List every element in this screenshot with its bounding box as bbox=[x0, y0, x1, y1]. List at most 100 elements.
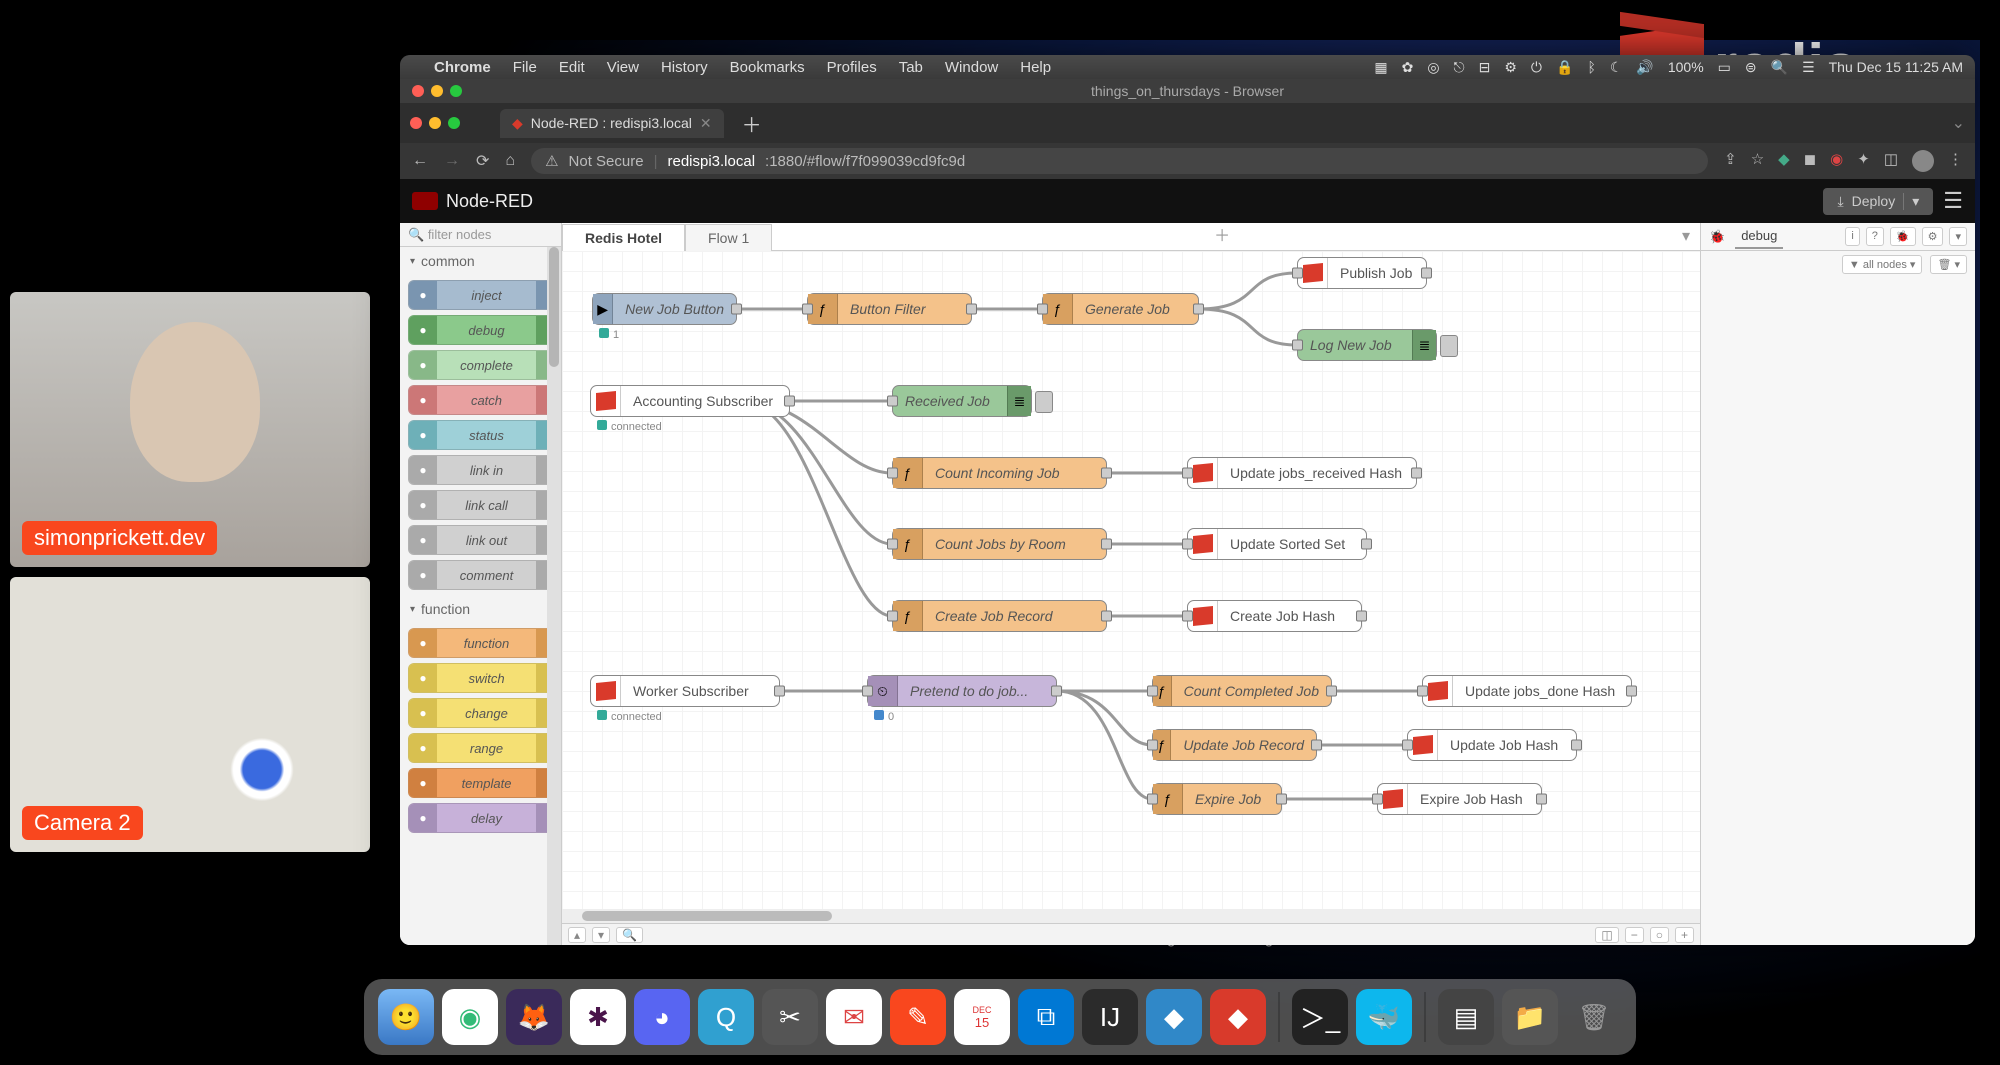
node-count-completed[interactable]: ƒ Count Completed Job bbox=[1152, 675, 1332, 707]
debug-toggle[interactable] bbox=[1035, 391, 1053, 413]
minimize-button[interactable] bbox=[429, 117, 441, 129]
palette-node-link-call[interactable]: ●link call bbox=[408, 490, 553, 520]
minimize-button[interactable] bbox=[431, 85, 443, 97]
search-icon[interactable]: 🔍 bbox=[1771, 59, 1788, 76]
node-create-job-hash[interactable]: Create Job Hash bbox=[1187, 600, 1362, 632]
node-received-job[interactable]: Received Job ≣ bbox=[892, 385, 1032, 417]
menu-bookmarks[interactable]: Bookmarks bbox=[730, 59, 805, 76]
moon-icon[interactable]: ☾ bbox=[1610, 59, 1623, 76]
info-icon[interactable]: i bbox=[1845, 227, 1859, 246]
sidebar-tab-debug[interactable]: debug bbox=[1735, 224, 1783, 249]
add-flow-button[interactable]: ＋ bbox=[1204, 218, 1240, 250]
calendar-icon[interactable]: DEC15 bbox=[954, 989, 1010, 1045]
output-port[interactable] bbox=[731, 304, 742, 315]
output-port[interactable] bbox=[1311, 740, 1322, 751]
map-icon[interactable]: ◫ bbox=[1595, 927, 1618, 943]
sidebar-tabs[interactable]: 🐞 debug i ? 🐞 ⚙ ▾ bbox=[1701, 223, 1975, 251]
palette-node-function[interactable]: ●function bbox=[408, 628, 553, 658]
node-expire-job-hash[interactable]: Expire Job Hash bbox=[1377, 783, 1542, 815]
folder-icon[interactable]: 📁 bbox=[1502, 989, 1558, 1045]
dropdown-icon[interactable]: ▾ bbox=[1949, 227, 1967, 246]
browser-tab[interactable]: ◆ Node-RED : redispi3.local ✕ bbox=[500, 109, 724, 138]
input-port[interactable] bbox=[1372, 794, 1383, 805]
node-count-by-room[interactable]: ƒ Count Jobs by Room bbox=[892, 528, 1107, 560]
palette-node-range[interactable]: ●range bbox=[408, 733, 553, 763]
tab-dropdown-icon[interactable]: ⌄ bbox=[1952, 113, 1965, 133]
menu-window[interactable]: Window bbox=[945, 59, 998, 76]
flow-list-icon[interactable]: ▾ bbox=[1672, 222, 1700, 250]
node-update-record[interactable]: ƒ Update Job Record bbox=[1152, 729, 1317, 761]
menu-help[interactable]: Help bbox=[1020, 59, 1051, 76]
status-icon[interactable]: ⏻ bbox=[1531, 59, 1542, 76]
lock-icon[interactable]: 🔒 bbox=[1556, 59, 1573, 76]
back-button[interactable]: ← bbox=[412, 152, 428, 170]
discord-icon[interactable]: ◕ bbox=[634, 989, 690, 1045]
node-create-record[interactable]: ƒ Create Job Record bbox=[892, 600, 1107, 632]
node-pretend-delay[interactable]: ⏲ Pretend to do job... 0 bbox=[867, 675, 1057, 707]
menu-view[interactable]: View bbox=[607, 59, 639, 76]
menubar-app-name[interactable]: Chrome bbox=[434, 59, 491, 76]
palette-node-debug[interactable]: ●debug bbox=[408, 315, 553, 345]
output-port[interactable] bbox=[1276, 794, 1287, 805]
config-icon[interactable]: ⚙ bbox=[1922, 227, 1944, 246]
new-tab-button[interactable]: ＋ bbox=[742, 109, 762, 138]
debug-toggle[interactable] bbox=[1440, 335, 1458, 357]
chrome-menu-icon[interactable]: ⋮ bbox=[1948, 150, 1963, 172]
input-port[interactable] bbox=[887, 396, 898, 407]
status-icon[interactable]: ⚙ bbox=[1504, 59, 1517, 76]
extensions-icon[interactable]: ✦ bbox=[1857, 150, 1870, 172]
terminal-icon[interactable]: ＞_ bbox=[1292, 989, 1348, 1045]
maximize-button[interactable] bbox=[448, 117, 460, 129]
nav-prev-icon[interactable]: ▴ bbox=[568, 927, 586, 943]
output-port[interactable] bbox=[1101, 468, 1112, 479]
input-port[interactable] bbox=[1147, 686, 1158, 697]
status-icon[interactable]: ⎋ bbox=[1454, 59, 1465, 76]
palette-node-complete[interactable]: ●complete bbox=[408, 350, 553, 380]
palette-node-link-out[interactable]: ●link out bbox=[408, 525, 553, 555]
status-icon[interactable]: ◎ bbox=[1427, 59, 1439, 76]
flow-tab-flow1[interactable]: Flow 1 bbox=[685, 224, 772, 251]
mail-icon[interactable]: ✉ bbox=[826, 989, 882, 1045]
folder-icon[interactable]: ▤ bbox=[1438, 989, 1494, 1045]
battery-icon[interactable]: ▭ bbox=[1718, 59, 1731, 76]
bookmark-icon[interactable]: ☆ bbox=[1751, 150, 1764, 172]
output-port[interactable] bbox=[784, 396, 795, 407]
bluetooth-icon[interactable]: ᛒ bbox=[1587, 59, 1595, 76]
maximize-button[interactable] bbox=[450, 85, 462, 97]
vscode-icon[interactable]: ⧉ bbox=[1018, 989, 1074, 1045]
node-update-job-hash[interactable]: Update Job Hash bbox=[1407, 729, 1577, 761]
output-port[interactable] bbox=[1101, 611, 1112, 622]
slack-icon[interactable]: ✱ bbox=[570, 989, 626, 1045]
workspace-tabs[interactable]: Redis Hotel Flow 1 ＋ ▾ bbox=[562, 223, 1700, 251]
status-icon[interactable]: ✿ bbox=[1402, 59, 1414, 76]
app-icon[interactable]: ◆ bbox=[1146, 989, 1202, 1045]
main-menu-icon[interactable]: ☰ bbox=[1943, 188, 1963, 214]
input-port[interactable] bbox=[1147, 794, 1158, 805]
output-port[interactable] bbox=[1536, 794, 1547, 805]
palette-node-comment[interactable]: ●comment bbox=[408, 560, 553, 590]
output-port[interactable] bbox=[1421, 268, 1432, 279]
output-port[interactable] bbox=[1356, 611, 1367, 622]
menu-tab[interactable]: Tab bbox=[899, 59, 923, 76]
control-center-icon[interactable]: ☰ bbox=[1802, 59, 1815, 76]
category-common[interactable]: common bbox=[400, 247, 561, 275]
help-icon[interactable]: ? bbox=[1866, 227, 1884, 246]
menu-history[interactable]: History bbox=[661, 59, 708, 76]
wifi-icon[interactable]: ⊜ bbox=[1745, 59, 1757, 76]
palette-node-link-in[interactable]: ●link in bbox=[408, 455, 553, 485]
output-port[interactable] bbox=[1361, 539, 1372, 550]
close-button[interactable] bbox=[412, 85, 424, 97]
node-log-new-job[interactable]: Log New Job ≣ bbox=[1297, 329, 1437, 361]
reload-button[interactable]: ⟳ bbox=[476, 151, 489, 171]
status-icon[interactable]: ⊟ bbox=[1479, 59, 1491, 76]
zoom-in-icon[interactable]: + bbox=[1675, 927, 1694, 943]
input-port[interactable] bbox=[1147, 740, 1158, 751]
not-secure-icon[interactable]: ⚠ bbox=[545, 152, 558, 170]
canvas-h-scrollbar[interactable] bbox=[562, 909, 1700, 923]
output-port[interactable] bbox=[1051, 686, 1062, 697]
node-worker-subscriber[interactable]: Worker Subscriber connected bbox=[590, 675, 780, 707]
node-expire-job[interactable]: ƒ Expire Job bbox=[1152, 783, 1282, 815]
macos-dock[interactable]: 🙂 ◉ 🦊 ✱ ◕ Q ✂ ✉ ✎ DEC15 ⧉ IJ ◆ ◆ ＞_ 🐳 ▤ … bbox=[364, 979, 1636, 1055]
close-button[interactable] bbox=[410, 117, 422, 129]
extension-icon[interactable]: ◼ bbox=[1804, 150, 1816, 172]
